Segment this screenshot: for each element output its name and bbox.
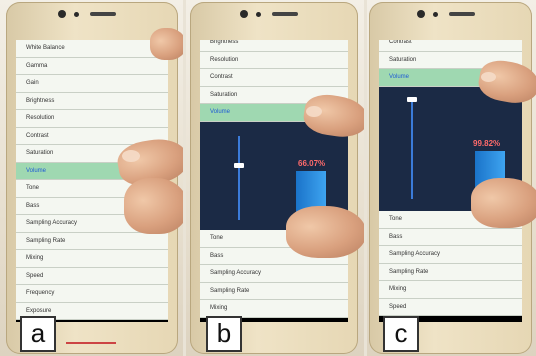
panel-label-b: b xyxy=(206,316,242,352)
list-item[interactable]: Brightness xyxy=(16,92,168,110)
volume-percentage: 66.07% xyxy=(298,159,326,168)
list-item[interactable]: Sampling Accuracy xyxy=(379,246,522,264)
volume-slider-track[interactable] xyxy=(411,99,413,199)
speaker-grille xyxy=(90,12,116,16)
list-item[interactable]: Sampling Accuracy xyxy=(200,265,348,283)
list-item[interactable]: White Balance xyxy=(16,40,168,58)
fingernail xyxy=(481,72,496,82)
front-camera-icon xyxy=(417,10,425,18)
finger xyxy=(124,178,183,234)
list-item[interactable]: Frequency xyxy=(16,285,168,303)
speaker-grille xyxy=(272,12,298,16)
thumb xyxy=(150,28,183,60)
list-item[interactable]: Sampling Rate xyxy=(379,263,522,281)
list-item[interactable]: Gamma xyxy=(16,57,168,75)
list-item[interactable]: Speed xyxy=(16,267,168,285)
sensor-icon xyxy=(256,12,261,17)
list-item[interactable]: Mixing xyxy=(16,250,168,268)
home-indicator xyxy=(66,342,116,344)
list-item[interactable]: Sampling Rate xyxy=(200,282,348,300)
finger xyxy=(286,206,364,258)
list-item[interactable]: Gain xyxy=(16,75,168,93)
list-item[interactable]: Bass xyxy=(379,228,522,246)
list-item[interactable]: Contrast xyxy=(379,40,522,52)
front-camera-icon xyxy=(240,10,248,18)
finger xyxy=(471,178,536,228)
speaker-grille xyxy=(449,12,475,16)
volume-percentage: 99.82% xyxy=(473,139,501,148)
panel-label-c: c xyxy=(383,316,419,352)
volume-slider-knob[interactable] xyxy=(407,97,417,102)
list-item[interactable]: Mixing xyxy=(379,281,522,299)
list-item[interactable]: Brightness xyxy=(200,40,348,52)
list-item[interactable]: Resolution xyxy=(200,51,348,69)
sensor-icon xyxy=(433,12,438,17)
fingernail xyxy=(306,106,322,117)
photo-panel-b: Brightness Resolution Contrast Saturation Vo… xyxy=(186,0,364,356)
volume-slider-track[interactable] xyxy=(238,136,240,220)
fingernail xyxy=(122,150,140,162)
photo-panel-a: White Balance Gamma Gain Brightness Resoluti… xyxy=(0,0,183,356)
photo-panel-c: Contrast Saturation Volume 99.82% Tone Bass… xyxy=(367,0,536,356)
panel-label-a: a xyxy=(20,316,56,352)
list-item[interactable]: Speed xyxy=(379,298,522,316)
front-camera-icon xyxy=(58,10,66,18)
list-item[interactable]: Sampling Rate xyxy=(16,232,168,250)
screen-b: Brightness Resolution Contrast Saturation Vo… xyxy=(200,40,348,322)
list-item[interactable]: Mixing xyxy=(200,300,348,318)
sensor-icon xyxy=(74,12,79,17)
list-item[interactable]: Resolution xyxy=(16,110,168,128)
volume-slider-knob[interactable] xyxy=(234,163,244,168)
phone-b: Brightness Resolution Contrast Saturation Vo… xyxy=(190,2,358,354)
list-item[interactable]: Contrast xyxy=(200,69,348,87)
